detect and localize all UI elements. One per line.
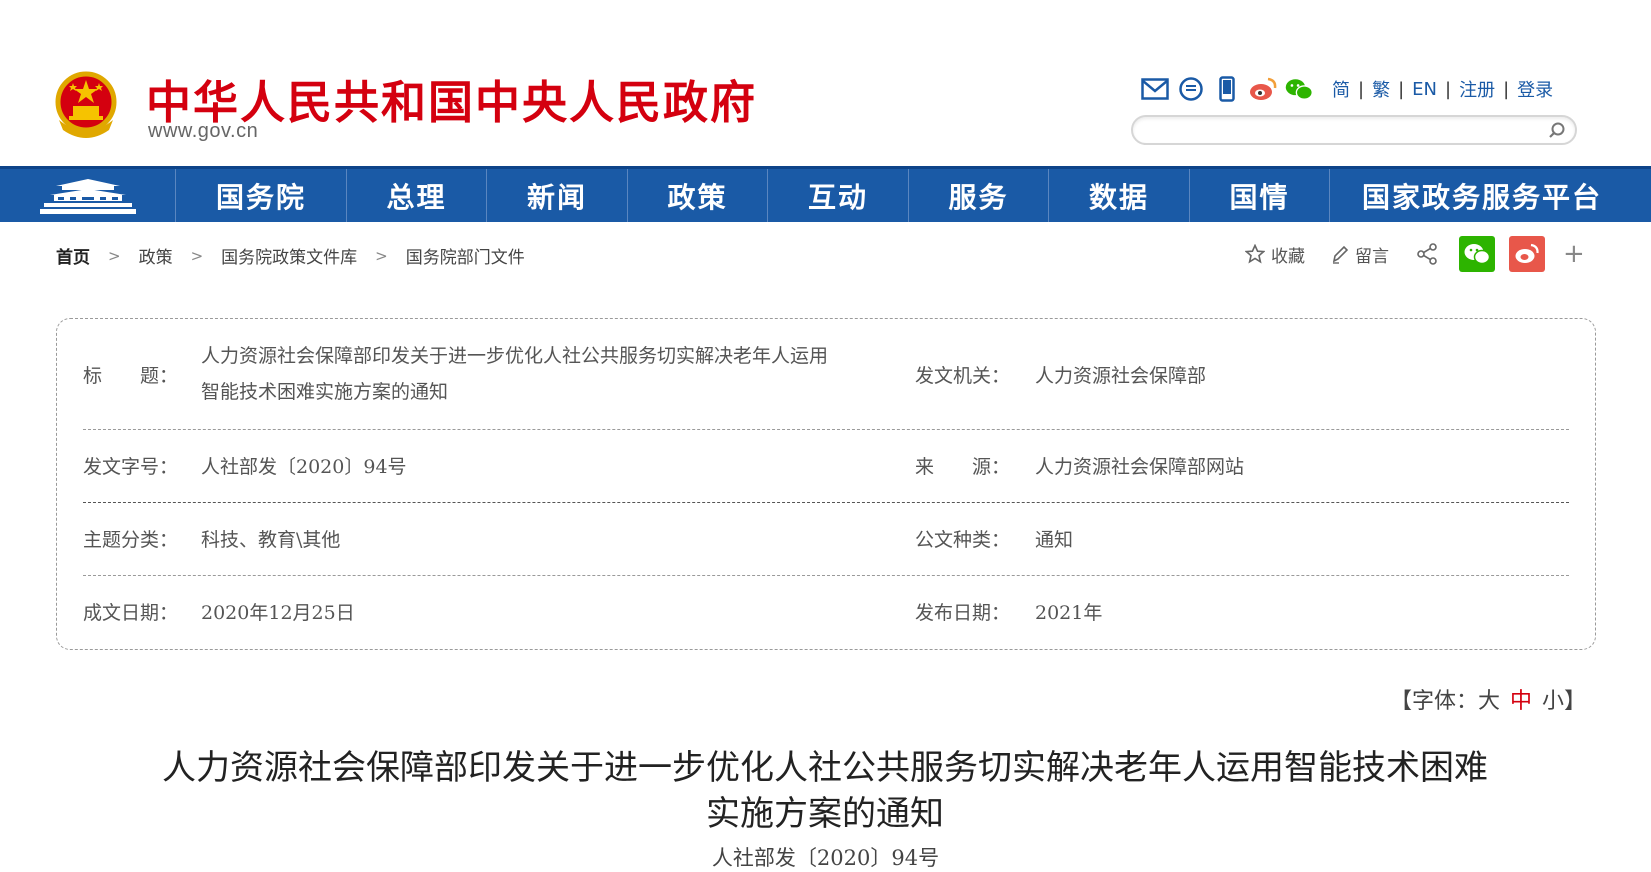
published-date-label: 发布日期：	[915, 601, 1011, 624]
comment-button[interactable]: 留言	[1331, 242, 1389, 267]
lang-traditional-link[interactable]: 繁	[1372, 76, 1390, 102]
font-size-suffix: 】	[1564, 689, 1587, 714]
share-bar: 收藏 留言 +	[1245, 236, 1585, 272]
font-size-medium[interactable]: 中	[1510, 689, 1532, 714]
chevron-right-icon: >	[190, 246, 204, 265]
login-link[interactable]: 登录	[1517, 76, 1553, 102]
document-info-box: 标 题： 人力资源社会保障部印发关于进一步优化人社公共服务切实解决老年人运用 智…	[56, 318, 1596, 650]
nav-interaction[interactable]: 互动	[768, 169, 909, 222]
search-icon[interactable]	[1547, 121, 1567, 141]
article-title-line2: 实施方案的通知	[706, 794, 944, 834]
topic-value: 科技、教育\其他	[201, 529, 341, 551]
wechat-icon[interactable]	[1284, 74, 1314, 104]
pencil-icon	[1332, 245, 1349, 264]
separator: |	[1358, 78, 1365, 100]
nav-national-info[interactable]: 国情	[1190, 169, 1330, 222]
nav-policy[interactable]: 政策	[628, 169, 768, 222]
info-row-title: 标 题： 人力资源社会保障部印发关于进一步优化人社公共服务切实解决老年人运用 智…	[83, 319, 1569, 430]
docno-value: 人社部发〔2020〕94号	[201, 456, 407, 478]
site-header: 中华人民共和国中央人民政府 www.gov.cn 简 | 繁 | EN | 注册…	[0, 0, 1651, 166]
nav-gov-service-platform[interactable]: 国家政务服务平台	[1330, 169, 1634, 222]
source-label: 来 源：	[915, 456, 1011, 478]
article-title-line1: 人力资源社会保障部印发关于进一步优化人社公共服务切实解决老年人运用智能技术困难	[162, 748, 1488, 788]
font-size-large[interactable]: 大	[1478, 689, 1500, 714]
article-docno: 人社部发〔2020〕94号	[711, 846, 940, 870]
lang-simplified-link[interactable]: 简	[1332, 76, 1350, 102]
font-size-small[interactable]: 小	[1542, 689, 1564, 714]
font-size-control: 【字体：大中小】	[1390, 683, 1586, 715]
breadcrumb: 首页 > 政策 > 国务院政策文件库 > 国务院部门文件	[56, 243, 525, 269]
issuer-label: 发文机关：	[915, 364, 1011, 387]
published-date-value: 2021年	[1035, 601, 1103, 624]
mobile-icon[interactable]	[1212, 74, 1242, 104]
article-title: 人力资源社会保障部印发关于进一步优化人社公共服务切实解决老年人运用智能技术困难 …	[80, 745, 1570, 837]
chevron-right-icon: >	[108, 246, 121, 265]
share-wechat-icon[interactable]	[1459, 236, 1495, 272]
info-row-dates: 成文日期： 2020年12月25日 发布日期： 2021年	[83, 575, 1569, 647]
search-input[interactable]	[1147, 120, 1531, 142]
weibo-icon[interactable]	[1248, 74, 1278, 104]
nav-state-council[interactable]: 国务院	[176, 169, 347, 222]
source-value: 人力资源社会保障部网站	[1035, 456, 1245, 478]
more-share-button[interactable]: +	[1563, 239, 1585, 269]
separator: |	[1503, 78, 1510, 100]
site-domain: www.gov.cn	[148, 120, 259, 142]
breadcrumb-dept-documents[interactable]: 国务院部门文件	[406, 243, 525, 268]
mail-icon[interactable]	[1140, 74, 1170, 104]
share-weibo-icon[interactable]	[1509, 236, 1545, 272]
nav-home[interactable]	[0, 169, 176, 222]
chevron-right-icon: >	[375, 246, 388, 265]
type-label: 公文种类：	[915, 529, 1011, 551]
top-toolbar: 简 | 繁 | EN | 注册 | 登录	[1140, 72, 1553, 106]
separator: |	[1445, 78, 1452, 100]
collect-button[interactable]: 收藏	[1245, 242, 1305, 267]
nav-premier[interactable]: 总理	[347, 169, 487, 222]
title-value: 人力资源社会保障部印发关于进一步优化人社公共服务切实解决老年人运用 智能技术困难…	[201, 338, 915, 410]
comment-label: 留言	[1355, 246, 1389, 267]
created-date-value: 2020年12月25日	[201, 601, 355, 624]
nav-news[interactable]: 新闻	[487, 169, 628, 222]
lang-english-link[interactable]: EN	[1412, 79, 1437, 100]
national-emblem-icon[interactable]	[53, 70, 119, 140]
tiananmen-icon	[39, 178, 136, 214]
info-row-topic: 主题分类： 科技、教育\其他 公文种类： 通知	[83, 502, 1569, 576]
register-link[interactable]: 注册	[1459, 76, 1495, 102]
created-date-label: 成文日期：	[83, 601, 179, 624]
title-value-line2: 智能技术困难实施方案的通知	[201, 381, 449, 403]
issuer-value: 人力资源社会保障部	[1035, 364, 1207, 387]
breadcrumb-policy[interactable]: 政策	[139, 243, 173, 268]
breadcrumb-home[interactable]: 首页	[56, 243, 90, 268]
language-links: 简 | 繁 | EN | 注册 | 登录	[1332, 76, 1553, 102]
title-label: 标 题：	[83, 364, 179, 387]
collect-label: 收藏	[1271, 246, 1305, 267]
main-nav: 国务院 总理 新闻 政策 互动 服务 数据 国情 国家政务服务平台	[0, 166, 1651, 222]
docno-label: 发文字号：	[83, 456, 179, 478]
nav-services[interactable]: 服务	[909, 169, 1049, 222]
title-value-line1: 人力资源社会保障部印发关于进一步优化人社公共服务切实解决老年人运用	[201, 345, 829, 367]
search-box	[1131, 115, 1577, 145]
type-value: 通知	[1035, 529, 1074, 551]
share-icon[interactable]	[1415, 242, 1445, 266]
font-size-prefix: 【字体：	[1390, 689, 1479, 714]
nav-data[interactable]: 数据	[1049, 169, 1190, 222]
breadcrumb-policy-library[interactable]: 国务院政策文件库	[221, 243, 357, 268]
topic-label: 主题分类：	[83, 529, 179, 551]
message-icon[interactable]	[1176, 74, 1206, 104]
star-icon	[1245, 244, 1265, 264]
separator: |	[1398, 78, 1405, 100]
info-row-docno: 发文字号： 人社部发〔2020〕94号 来 源： 人力资源社会保障部网站	[83, 429, 1569, 503]
